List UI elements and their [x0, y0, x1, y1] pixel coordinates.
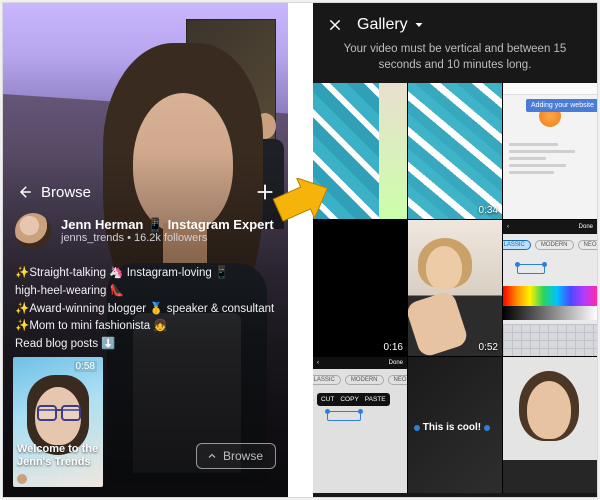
context-menu-item: COPY: [340, 396, 358, 403]
chevron-down-icon: [413, 19, 425, 31]
chip: NEON: [388, 375, 407, 385]
close-button[interactable]: [327, 17, 343, 33]
video-cell[interactable]: This is cool!: [408, 357, 502, 493]
thumbnail-title: Welcome to the Jenn's Trends: [17, 443, 99, 469]
igtv-channel-screen: Browse Jenn Herman 📱 Instagram Expert je…: [3, 3, 288, 497]
chip: NEON: [578, 240, 597, 250]
gallery-picker-screen: Gallery Your video must be vertical and …: [313, 3, 597, 497]
cell-duration: 0:34: [479, 205, 498, 216]
done-label: Done: [579, 224, 593, 230]
context-menu-item: PASTE: [365, 396, 386, 403]
bio-line: ✨Mom to mini fashionista 👧: [15, 318, 276, 336]
tutorial-tag: Adding your website: [526, 99, 597, 112]
gallery-title: Gallery: [357, 16, 408, 34]
done-label: Done: [389, 360, 403, 366]
profile-handle: jenns_trends: [61, 232, 124, 244]
bio-line: high-heel-wearing 👠: [15, 283, 276, 301]
browse-swipe-button[interactable]: Browse: [196, 443, 276, 469]
cell-duration: 0:41: [384, 205, 403, 216]
profile-name: Jenn Herman: [61, 217, 143, 233]
keyboard-icon: [503, 324, 597, 356]
chip: CLASSIC: [313, 375, 341, 385]
video-cell[interactable]: 0:16: [313, 220, 407, 356]
chip: MODERN: [535, 240, 574, 250]
video-cell[interactable]: 0:52: [408, 220, 502, 356]
arrow-left-icon: [15, 183, 33, 201]
channel-header[interactable]: Jenn Herman 📱 Instagram Expert jenns_tre…: [15, 213, 274, 249]
video-thumbnail-card[interactable]: 0:58 Welcome to the Jenn's Trends jenns_…: [13, 357, 103, 487]
chevron-up-icon: [206, 450, 218, 462]
cell-duration: 0:16: [384, 342, 403, 353]
video-grid: 0:41 0:34 Adding your website 0:16 0:52 …: [313, 83, 597, 493]
browse-swipe-label: Browse: [223, 449, 263, 463]
video-cell[interactable]: Adding your website: [503, 83, 597, 219]
story-text: This is cool!: [423, 422, 481, 433]
profile-title-suffix: Instagram Expert: [168, 217, 274, 233]
context-menu-item: CUT: [321, 396, 334, 403]
avatar: [15, 213, 51, 249]
thumbnail-handle: jenns_trends: [30, 473, 84, 484]
bio-line: ✨Straight-talking 🦄 Instagram-loving 📱: [15, 265, 276, 283]
cell-duration: 0:52: [479, 342, 498, 353]
channel-bio: ✨Straight-talking 🦄 Instagram-loving 📱 h…: [15, 265, 276, 354]
phone-icon: 📱: [147, 217, 163, 233]
gallery-source-dropdown[interactable]: Gallery: [357, 16, 425, 34]
gallery-hint: Your video must be vertical and between …: [313, 42, 597, 83]
upload-video-button[interactable]: [254, 181, 276, 203]
thumbnail-duration: 0:58: [74, 361, 97, 372]
video-cell[interactable]: ‹Done CLASSIC MODERN NEON: [503, 220, 597, 356]
browse-back-button[interactable]: Browse: [15, 183, 91, 201]
video-cell[interactable]: ‹Done CLASSIC MODERN NEON CUT COPY PASTE: [313, 357, 407, 493]
bio-line: ✨Award-winning blogger 🥇 speaker & consu…: [15, 301, 276, 319]
browse-label: Browse: [41, 184, 91, 201]
mini-avatar: [17, 474, 27, 484]
bio-line: Read blog posts ⬇️: [15, 336, 276, 354]
chip: MODERN: [345, 375, 384, 385]
video-cell[interactable]: 0:41: [313, 83, 407, 219]
profile-followers: 16.2k followers: [134, 232, 207, 244]
video-cell[interactable]: 0:34: [408, 83, 502, 219]
chip: CLASSIC: [503, 240, 531, 250]
video-cell[interactable]: [503, 357, 597, 493]
